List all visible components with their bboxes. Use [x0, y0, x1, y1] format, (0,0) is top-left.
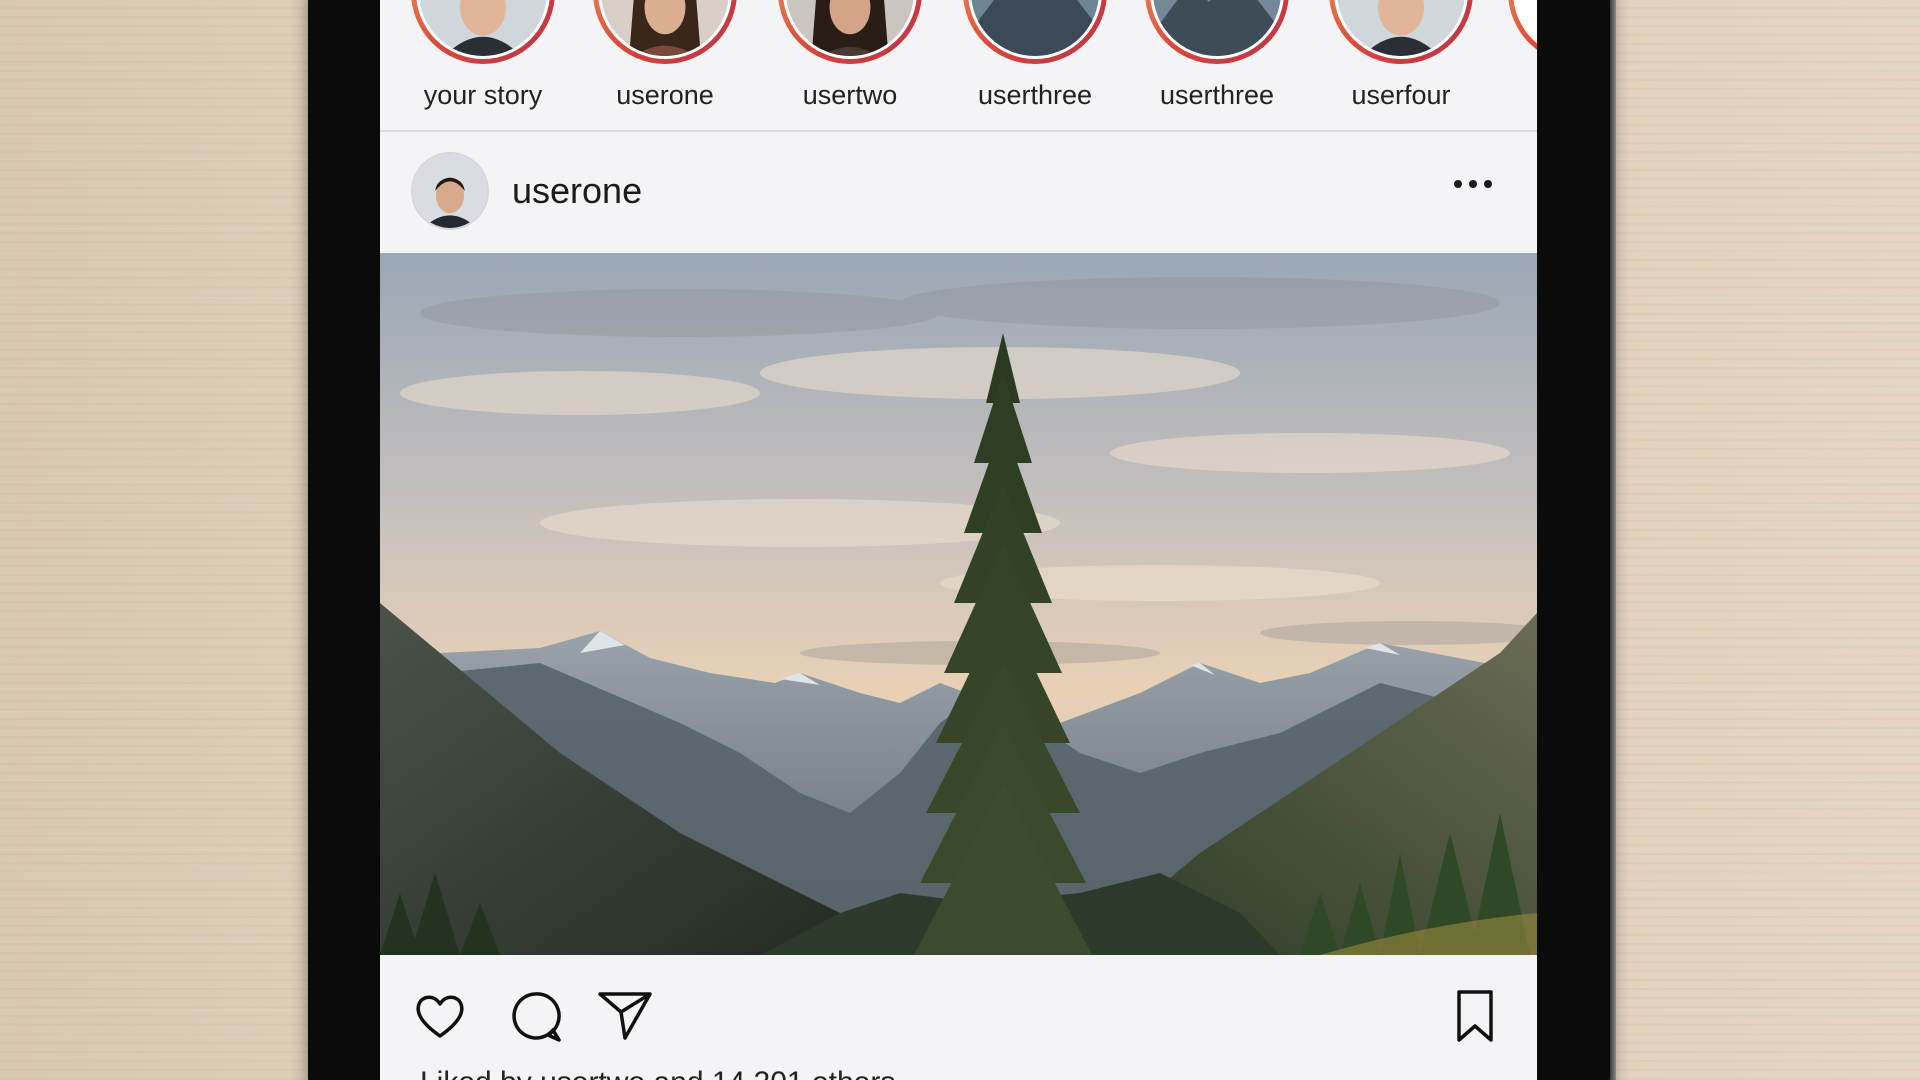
- comment-icon[interactable]: [505, 986, 565, 1046]
- avatar: [419, 0, 547, 56]
- send-icon[interactable]: [595, 986, 655, 1046]
- story-ring: [1329, 0, 1473, 64]
- story-ring: [1508, 0, 1537, 64]
- stories-tray[interactable]: your story userone usertwo userthree use…: [380, 0, 1537, 132]
- tablet-edge: [1610, 0, 1616, 1080]
- avatar: [601, 0, 729, 56]
- heart-icon[interactable]: [410, 986, 470, 1046]
- story-label: your story: [423, 80, 543, 110]
- post-image[interactable]: [380, 253, 1537, 955]
- story-ring: [778, 0, 922, 64]
- story-label: userthree: [1159, 80, 1275, 110]
- bookmark-icon[interactable]: [1445, 986, 1505, 1046]
- avatar: [1516, 0, 1537, 56]
- story-ring: [593, 0, 737, 64]
- story-label: userfour: [1351, 80, 1451, 110]
- likes-text[interactable]: Liked by usertwo and 14,201 others: [420, 1066, 895, 1080]
- app-screen: your story userone usertwo userthree use…: [380, 0, 1537, 1080]
- avatar: [786, 0, 914, 56]
- post-username[interactable]: userone: [512, 170, 642, 212]
- more-options-icon[interactable]: [1445, 164, 1501, 204]
- story-label: userthree: [977, 80, 1093, 110]
- post-actions-bar: Liked by usertwo and 14,201 others: [380, 956, 1537, 1080]
- story-ring: [963, 0, 1107, 64]
- story-ring: [1145, 0, 1289, 64]
- story-label: usertwo: [802, 80, 898, 110]
- story-ring: [411, 0, 555, 64]
- post-header: userone: [380, 134, 1537, 252]
- story-label: userone: [616, 80, 714, 110]
- avatar: [1337, 0, 1465, 56]
- avatar: [971, 0, 1099, 56]
- post-avatar[interactable]: [411, 152, 489, 230]
- avatar: [1153, 0, 1281, 56]
